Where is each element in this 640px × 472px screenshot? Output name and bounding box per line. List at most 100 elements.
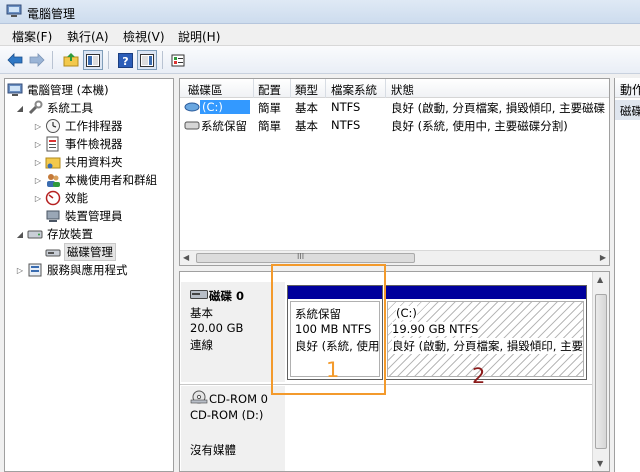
expanded-arrow-icon[interactable]: ◢ bbox=[15, 230, 25, 239]
tree-label: 存放裝置 bbox=[47, 227, 93, 241]
tree-item-event-viewer[interactable]: ▷ 事件檢視器 bbox=[33, 135, 123, 153]
action-pane-header: 動作 bbox=[615, 78, 640, 98]
volume-filesystem: NTFS bbox=[331, 118, 361, 132]
up-level-button[interactable] bbox=[61, 50, 81, 70]
console-tree: 電腦管理 (本機) ◢ 系統工具 ▷ 工作排程器 ▷ 事件檢視器 ▷ 共用資料夾… bbox=[4, 78, 174, 472]
collapsed-arrow-icon[interactable]: ▷ bbox=[15, 266, 25, 275]
forward-arrow-icon bbox=[29, 53, 45, 67]
cdrom-empty-area[interactable] bbox=[287, 386, 593, 471]
services-icon bbox=[28, 263, 42, 277]
show-hide-tree-button[interactable] bbox=[83, 50, 103, 70]
scroll-thumb[interactable]: III bbox=[196, 252, 415, 263]
toolbar-separator bbox=[162, 51, 163, 69]
tree-label: 事件檢視器 bbox=[65, 137, 123, 151]
action-pane: 動作 磁碟管理 bbox=[614, 78, 640, 472]
toolbar: ? bbox=[0, 46, 640, 74]
menu-action[interactable]: 執行(A) bbox=[67, 28, 109, 45]
tree-label: 裝置管理員 bbox=[65, 209, 123, 223]
tree-item-local-users[interactable]: ▷ 本機使用者和群組 bbox=[33, 171, 157, 189]
horizontal-scrollbar[interactable]: ◀ III ▶ bbox=[180, 250, 609, 265]
column-header-volume[interactable]: 磁碟區 bbox=[188, 82, 223, 98]
scroll-thumb[interactable] bbox=[595, 294, 607, 449]
collapsed-arrow-icon[interactable]: ▷ bbox=[33, 140, 43, 149]
tree-item-performance[interactable]: ▷ 效能 bbox=[33, 189, 88, 207]
tree-label: 共用資料夾 bbox=[65, 155, 123, 169]
performance-icon bbox=[45, 190, 61, 206]
tree-label: 服務與應用程式 bbox=[47, 263, 128, 277]
volume-icon bbox=[184, 102, 200, 112]
tree-label: 系統工具 bbox=[47, 101, 93, 115]
properties-icon bbox=[171, 54, 184, 66]
volume-filesystem: NTFS bbox=[331, 100, 361, 114]
vertical-scrollbar[interactable]: ▲ ▼ bbox=[592, 272, 609, 471]
tree-item-services-apps[interactable]: ▷ 服務與應用程式 bbox=[15, 261, 128, 279]
clock-icon bbox=[46, 119, 60, 133]
menu-file[interactable]: 檔案(F) bbox=[12, 28, 52, 45]
volume-row[interactable]: (C:) 簡單 基本 NTFS 良好 (啟動, 分頁檔案, 損毀傾印, 主要磁碟 bbox=[180, 99, 609, 116]
disk-size: 20.00 GB bbox=[190, 321, 244, 335]
window-title: 電腦管理 bbox=[27, 7, 76, 21]
scroll-right-icon[interactable]: ▶ bbox=[600, 253, 606, 262]
event-log-icon bbox=[46, 136, 59, 152]
action-pane-icon bbox=[140, 53, 154, 67]
users-icon bbox=[47, 174, 60, 187]
scroll-down-icon[interactable]: ▼ bbox=[597, 459, 603, 468]
column-divider[interactable] bbox=[253, 79, 254, 98]
menu-help[interactable]: 說明(H) bbox=[178, 28, 220, 45]
cdrom-status: 沒有媒體 bbox=[190, 443, 236, 457]
volume-type: 基本 bbox=[295, 101, 318, 115]
annotation-number-1: 1 bbox=[326, 358, 340, 382]
column-header-status[interactable]: 狀態 bbox=[391, 82, 414, 98]
show-hide-action-pane-button[interactable] bbox=[137, 50, 157, 70]
partition-status: 良好 (啟動, 分頁檔案, 損毀傾印, 主要 bbox=[392, 338, 584, 354]
column-header-type[interactable]: 類型 bbox=[295, 82, 318, 98]
tree-item-device-manager[interactable]: 裝置管理員 bbox=[45, 207, 123, 225]
expanded-arrow-icon[interactable]: ◢ bbox=[15, 104, 25, 113]
volume-layout: 簡單 bbox=[258, 101, 281, 115]
volume-list: 磁碟區 配置 類型 檔案系統 狀態 (C:) 簡單 基本 NTFS 良好 (啟動… bbox=[179, 78, 610, 266]
shared-folder-icon bbox=[45, 157, 61, 169]
title-bar: 電腦管理 bbox=[0, 0, 640, 24]
collapsed-arrow-icon[interactable]: ▷ bbox=[33, 194, 43, 203]
tree-item-storage[interactable]: ◢ 存放裝置 bbox=[15, 225, 93, 243]
action-pane-section[interactable]: 磁碟管理 bbox=[615, 100, 640, 120]
tree-label: 磁碟管理 bbox=[64, 243, 116, 261]
volume-name: 系統保留 bbox=[201, 119, 247, 133]
tree-item-root[interactable]: 電腦管理 (本機) bbox=[7, 81, 109, 99]
column-divider[interactable] bbox=[290, 79, 291, 98]
disk-status: 連線 bbox=[190, 338, 213, 352]
back-arrow-icon bbox=[7, 53, 23, 67]
volume-layout: 簡單 bbox=[258, 119, 281, 133]
disk-0-info[interactable]: 磁碟 0 基本 20.00 GB 連線 bbox=[181, 282, 285, 382]
volume-row[interactable]: 系統保留 簡單 基本 NTFS 良好 (系統, 使用中, 主要磁碟分割) bbox=[180, 117, 609, 134]
collapsed-arrow-icon[interactable]: ▷ bbox=[33, 176, 43, 185]
menu-bar: 檔案(F) 執行(A) 檢視(V) 說明(H) bbox=[0, 24, 640, 46]
tree-item-system-tools[interactable]: ◢ 系統工具 bbox=[15, 99, 93, 117]
volume-status: 良好 (啟動, 分頁檔案, 損毀傾印, 主要磁碟 bbox=[391, 101, 606, 115]
disk-management-icon bbox=[45, 249, 61, 257]
scroll-left-icon[interactable]: ◀ bbox=[183, 253, 189, 262]
collapsed-arrow-icon[interactable]: ▷ bbox=[33, 158, 43, 167]
tree-item-disk-management[interactable]: 磁碟管理 bbox=[45, 243, 116, 261]
menu-view[interactable]: 檢視(V) bbox=[123, 28, 165, 45]
volume-list-header: 磁碟區 配置 類型 檔案系統 狀態 bbox=[180, 79, 609, 98]
disk-icon bbox=[190, 290, 208, 299]
scroll-up-icon[interactable]: ▲ bbox=[597, 275, 603, 284]
help-button[interactable]: ? bbox=[115, 50, 135, 70]
forward-button[interactable] bbox=[27, 50, 47, 70]
tree-item-shared-folders[interactable]: ▷ 共用資料夾 bbox=[33, 153, 123, 171]
tree-label: 本機使用者和群組 bbox=[65, 173, 157, 187]
properties-button[interactable] bbox=[168, 50, 188, 70]
column-divider[interactable] bbox=[325, 79, 326, 98]
collapsed-arrow-icon[interactable]: ▷ bbox=[33, 122, 43, 131]
cdrom-0-info[interactable]: CD-ROM 0 CD-ROM (D:) 沒有媒體 bbox=[181, 386, 285, 471]
column-header-layout[interactable]: 配置 bbox=[258, 82, 281, 98]
column-header-filesystem[interactable]: 檔案系統 bbox=[331, 82, 377, 98]
back-button[interactable] bbox=[5, 50, 25, 70]
disk-row-divider bbox=[180, 384, 593, 385]
device-manager-icon bbox=[46, 210, 60, 222]
column-divider[interactable] bbox=[385, 79, 386, 98]
partition-c-drive[interactable]: (C:) 19.90 GB NTFS 良好 (啟動, 分頁檔案, 損毀傾印, 主… bbox=[384, 285, 587, 380]
tree-item-task-scheduler[interactable]: ▷ 工作排程器 bbox=[33, 117, 123, 135]
disk-type: 基本 bbox=[190, 306, 213, 320]
